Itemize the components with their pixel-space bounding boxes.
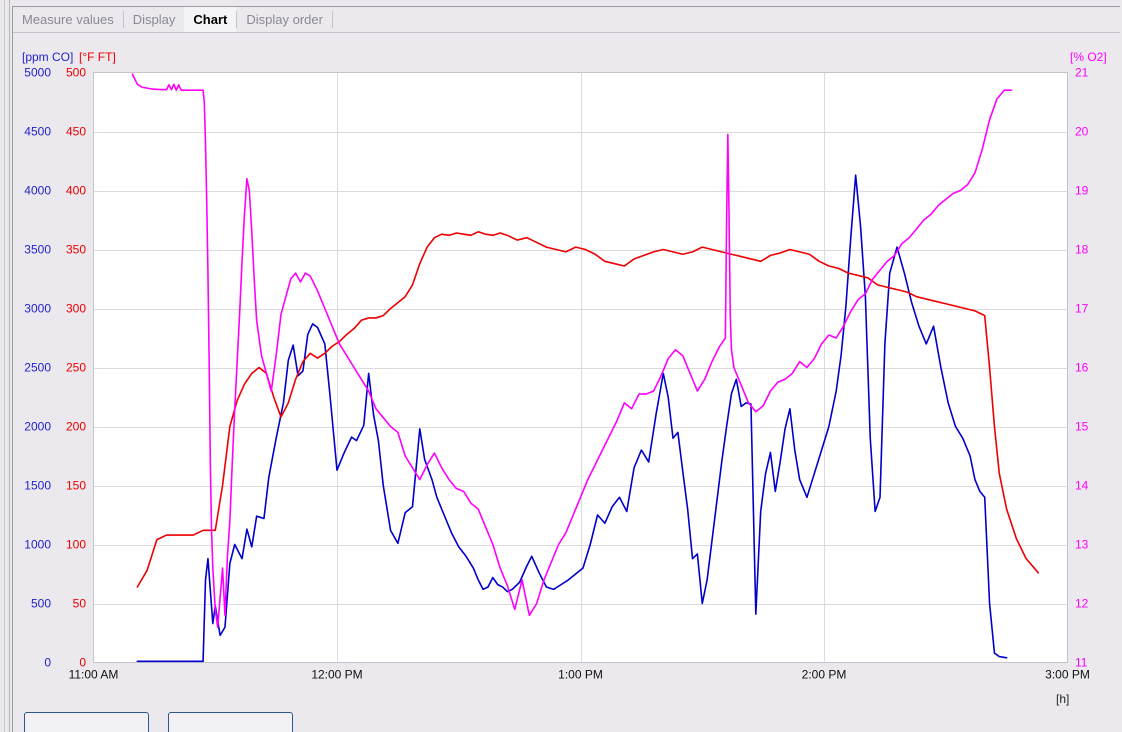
chart-window: Measure values Display Chart Display ord… (0, 0, 1122, 732)
bottom-right-button[interactable] (168, 712, 293, 732)
window-left-groove (4, 0, 5, 732)
tab-measure-values[interactable]: Measure values (13, 7, 123, 32)
axis-caption-time: [h] (1056, 692, 1070, 706)
tab-bar: Measure values Display Chart Display ord… (13, 7, 1120, 33)
tab-display-order[interactable]: Display order (237, 7, 332, 32)
tab-display[interactable]: Display (124, 7, 185, 32)
chart-panel (12, 6, 1120, 732)
bottom-left-button[interactable] (24, 712, 149, 732)
tab-label: Display (132, 12, 176, 27)
tab-label: Chart (193, 12, 228, 27)
tab-label: Measure values (22, 12, 114, 27)
axis-caption-ft: [°F FT] (79, 50, 116, 64)
axis-caption-co: [ppm CO] (22, 50, 74, 64)
tab-label: Display order (246, 12, 323, 27)
window-left-edge (0, 0, 10, 732)
tab-separator (331, 11, 333, 28)
tab-chart[interactable]: Chart (184, 7, 237, 32)
axis-caption-o2: [% O2] (1070, 50, 1107, 64)
